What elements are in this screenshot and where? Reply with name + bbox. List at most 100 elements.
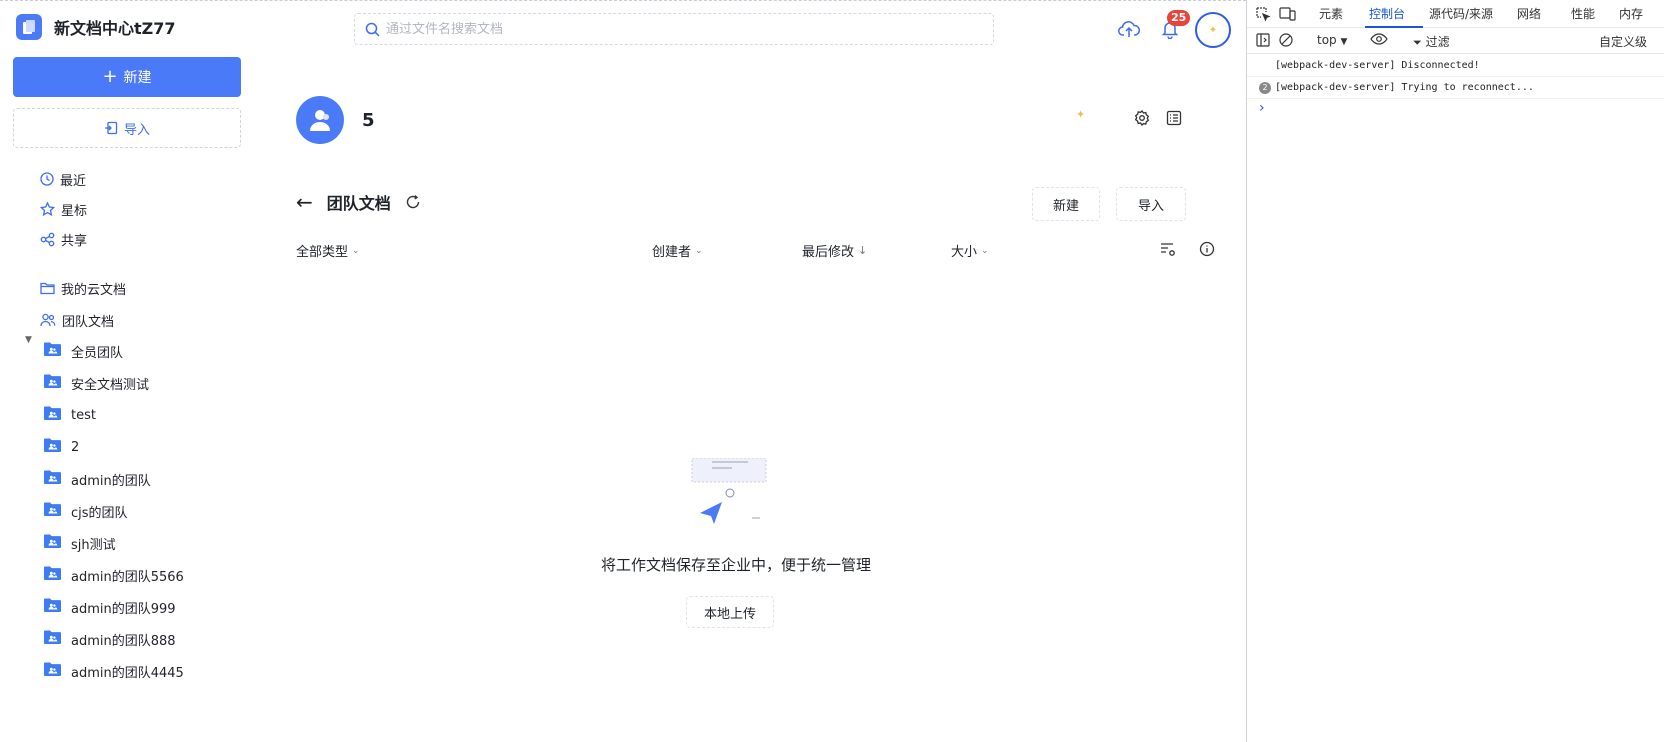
search-box[interactable] <box>354 13 994 45</box>
brand-title: 新文档中心tZ77 <box>54 19 176 38</box>
devtools-tab-sources[interactable]: 源代码/来源 <box>1429 5 1493 22</box>
sidebar-team-label: 安全文档测试 <box>71 377 150 393</box>
sparkle-icon: ✦ <box>1076 108 1086 121</box>
team-folder-icon <box>44 342 61 360</box>
main-area: 新文档中心tZ77 + 新建 导入 最近 星标 共享 我的云文档 ▼ 团队文档 … <box>0 0 1246 742</box>
empty-illustration <box>690 457 790 528</box>
sidebar-item-label: 我的云文档 <box>61 282 127 298</box>
sidebar-team-item[interactable]: 全员团队 <box>44 338 244 364</box>
sidebar-team-item[interactable]: admin的团队888 <box>44 626 244 652</box>
sidebar: 新文档中心tZ77 + 新建 导入 最近 星标 共享 我的云文档 ▼ 团队文档 … <box>0 0 254 742</box>
sidebar-item-team-docs[interactable]: 团队文档 <box>40 307 240 333</box>
inspect-element-icon[interactable] <box>1255 6 1271 25</box>
brand[interactable]: 新文档中心tZ77 <box>16 14 176 40</box>
sidebar-team-label: admin的团队5566 <box>71 569 184 585</box>
upload-cloud-icon[interactable] <box>1118 19 1141 43</box>
search-input[interactable] <box>386 21 966 37</box>
console-message: 2 [webpack-dev-server] Trying to reconne… <box>1247 77 1664 99</box>
devtools-tab-console[interactable]: 控制台 <box>1369 5 1405 22</box>
filter-type[interactable]: 全部类型 ⌄ <box>296 241 360 260</box>
devtools-tab-memory[interactable]: 内存 <box>1619 5 1643 22</box>
search-icon <box>365 22 380 37</box>
sidebar-team-item[interactable]: 2 <box>44 434 244 460</box>
sidebar-team-item[interactable]: admin的团队 <box>44 466 244 492</box>
app-root: 新文档中心tZ77 + 新建 导入 最近 星标 共享 我的云文档 ▼ 团队文档 … <box>0 0 1664 742</box>
sort-modified[interactable]: 最后修改 ↓ <box>802 241 867 260</box>
console-toolbar: top ▼ ⏷ 过滤 自定义级 <box>1247 28 1664 54</box>
sidebar-item-starred[interactable]: 星标 <box>40 196 240 222</box>
sidebar-team-label: test <box>71 407 96 423</box>
sidebar-team-item[interactable]: cjs的团队 <box>44 498 244 524</box>
gear-icon[interactable] <box>1134 110 1150 130</box>
sidebar-item-label: 最近 <box>60 173 87 189</box>
team-folder-icon <box>44 470 61 488</box>
caret-down-icon: ▼ <box>1340 37 1348 47</box>
folder-icon <box>40 282 55 295</box>
user-avatar[interactable]: ✦ <box>1195 12 1231 48</box>
devtools-tab-performance[interactable]: 性能 <box>1571 5 1595 22</box>
sidebar-toggle-icon[interactable] <box>1256 33 1270 50</box>
import-icon <box>104 121 118 135</box>
sidebar-team-item[interactable]: test <box>44 402 244 428</box>
filter-field[interactable]: ⏷ 过滤 <box>1413 33 1450 50</box>
sparkle-icon: ✦ <box>1208 24 1218 36</box>
sidebar-team-item[interactable]: sjh测试 <box>44 530 244 556</box>
share-icon <box>40 232 55 246</box>
refresh-icon[interactable] <box>405 194 421 210</box>
info-icon[interactable] <box>1199 241 1215 261</box>
sidebar-team-label: admin的团队888 <box>71 633 176 649</box>
new-button[interactable]: + 新建 <box>13 57 241 97</box>
folder-new-button-label: 新建 <box>1052 198 1079 214</box>
filter-size-label: 大小 <box>951 245 978 260</box>
filter-type-label: 全部类型 <box>296 245 349 260</box>
sidebar-team-item[interactable]: admin的团队999 <box>44 594 244 620</box>
star-icon <box>40 201 55 216</box>
console-prompt[interactable]: › <box>1259 100 1265 116</box>
sort-down-arrow-icon: ↓ <box>858 244 868 257</box>
context-select[interactable]: top ▼ <box>1317 33 1347 47</box>
console-message-text: [webpack-dev-server] Disconnected! <box>1275 60 1480 71</box>
sidebar-item-recent[interactable]: 最近 <box>40 166 240 192</box>
filter-label: 过滤 <box>1425 35 1450 49</box>
caret-down-icon[interactable]: ▼ <box>25 335 32 345</box>
custom-levels-dropdown[interactable]: 自定义级 <box>1599 33 1647 50</box>
sidebar-team-item[interactable]: 安全文档测试 <box>44 370 244 396</box>
sort-modified-label: 最后修改 <box>802 245 855 260</box>
local-upload-button[interactable]: 本地上传 <box>686 596 774 628</box>
sidebar-team-item[interactable]: admin的团队4445 <box>44 658 244 684</box>
team-folder-icon <box>44 406 61 424</box>
brand-logo-icon <box>16 14 42 40</box>
devtools-tab-elements[interactable]: 元素 <box>1319 5 1343 22</box>
sidebar-item-label: 共享 <box>61 233 88 249</box>
team-folder-icon <box>44 662 61 680</box>
team-folder-icon <box>44 438 61 456</box>
device-toggle-icon[interactable] <box>1279 6 1297 25</box>
clear-console-icon[interactable] <box>1279 33 1293 50</box>
team-icon <box>40 313 56 327</box>
team-avatar-icon <box>310 110 330 131</box>
sidebar-item-my-docs[interactable]: 我的云文档 <box>40 275 240 301</box>
empty-message: 将工作文档保存至企业中，便于统一管理 <box>600 556 871 574</box>
folder-new-button[interactable]: 新建 <box>1032 187 1100 221</box>
sidebar-item-label: 团队文档 <box>62 314 115 330</box>
folder-import-button[interactable]: 导入 <box>1116 187 1186 221</box>
sidebar-item-label: 星标 <box>61 203 88 219</box>
filter-creator[interactable]: 创建者 ⌄ <box>652 241 703 260</box>
team-name: 5 <box>362 110 375 131</box>
devtools-panel: 元素 控制台 源代码/来源 网络 性能 内存 top ▼ ⏷ 过滤 自定义级 [… <box>1246 0 1664 742</box>
chevron-down-icon: ⌄ <box>981 245 989 256</box>
list-icon[interactable] <box>1166 110 1182 130</box>
clock-icon <box>40 172 54 186</box>
sidebar-team-label: sjh测试 <box>71 537 116 553</box>
filter-size[interactable]: 大小 ⌄ <box>951 241 989 260</box>
import-button[interactable]: 导入 <box>13 108 241 148</box>
filter-icon: ⏷ <box>1413 36 1422 49</box>
eye-icon[interactable] <box>1370 32 1388 49</box>
sidebar-team-item[interactable]: admin的团队5566 <box>44 562 244 588</box>
sidebar-item-shared[interactable]: 共享 <box>40 226 240 252</box>
devtools-tab-network[interactable]: 网络 <box>1517 5 1541 22</box>
column-settings-icon[interactable] <box>1160 242 1176 261</box>
chevron-down-icon: ⌄ <box>352 245 360 256</box>
back-arrow-icon[interactable]: ← <box>296 192 313 212</box>
sidebar-team-label: 2 <box>71 439 80 455</box>
